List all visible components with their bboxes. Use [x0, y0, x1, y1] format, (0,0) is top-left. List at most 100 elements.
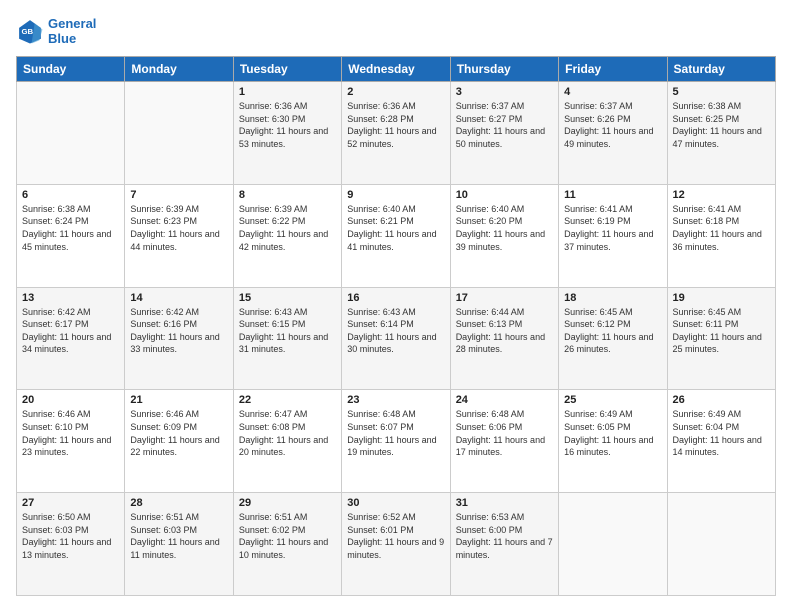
- calendar-cell: 9Sunrise: 6:40 AM Sunset: 6:21 PM Daylig…: [342, 184, 450, 287]
- calendar-cell: 2 Sunrise: 6:36 AM Sunset: 6:28 PM Daylig…: [342, 82, 450, 185]
- cell-info: Sunrise: 6:46 AM Sunset: 6:10 PM Dayligh…: [22, 408, 119, 458]
- cell-info: Sunrise: 6:39 AM Sunset: 6:23 PM Dayligh…: [130, 203, 227, 253]
- day-number: 12: [673, 189, 770, 201]
- cell-info: Sunrise: 6:41 AM Sunset: 6:18 PM Dayligh…: [673, 203, 770, 253]
- calendar-cell: 21 Sunrise: 6:46 AM Sunset: 6:09 PM Dayli…: [125, 390, 233, 493]
- header: GB General Blue: [16, 16, 776, 46]
- cell-info: Sunrise: 6:40 AM Sunset: 6:21 PM Dayligh…: [347, 203, 444, 253]
- calendar-cell: 28 Sunrise: 6:51 AM Sunset: 6:03 PM Dayli…: [125, 493, 233, 596]
- day-number: 20: [22, 394, 119, 406]
- cell-info: Sunrise: 6:49 AM Sunset: 6:04 PM Dayligh…: [673, 408, 770, 458]
- logo: GB General Blue: [16, 16, 96, 46]
- logo-text: General Blue: [48, 16, 96, 46]
- day-number: 21: [130, 394, 227, 406]
- day-number: 25: [564, 394, 661, 406]
- day-number: 10: [456, 189, 553, 201]
- cell-info: Sunrise: 6:42 AM Sunset: 6:17 PM Dayligh…: [22, 306, 119, 356]
- day-number: 1: [239, 86, 336, 98]
- cell-info: Sunrise: 6:42 AM Sunset: 6:16 PM Dayligh…: [130, 306, 227, 356]
- calendar-cell: 17Sunrise: 6:44 AM Sunset: 6:13 PM Dayli…: [450, 287, 558, 390]
- calendar-cell: [559, 493, 667, 596]
- col-header-sunday: Sunday: [17, 57, 125, 82]
- calendar-cell: 1 Sunrise: 6:36 AM Sunset: 6:30 PM Daylig…: [233, 82, 341, 185]
- col-header-monday: Monday: [125, 57, 233, 82]
- week-row-4: 20 Sunrise: 6:46 AM Sunset: 6:10 PM Dayli…: [17, 390, 776, 493]
- calendar-cell: 6Sunrise: 6:38 AM Sunset: 6:24 PM Daylig…: [17, 184, 125, 287]
- day-number: 5: [673, 86, 770, 98]
- cell-info: Sunrise: 6:36 AM Sunset: 6:28 PM Dayligh…: [347, 100, 444, 150]
- calendar-cell: 5Sunrise: 6:38 AM Sunset: 6:25 PM Daylig…: [667, 82, 775, 185]
- col-header-friday: Friday: [559, 57, 667, 82]
- calendar-cell: 16Sunrise: 6:43 AM Sunset: 6:14 PM Dayli…: [342, 287, 450, 390]
- cell-info: Sunrise: 6:51 AM Sunset: 6:03 PM Dayligh…: [130, 511, 227, 561]
- day-number: 18: [564, 292, 661, 304]
- logo-icon: GB: [16, 17, 44, 45]
- calendar-cell: 15Sunrise: 6:43 AM Sunset: 6:15 PM Dayli…: [233, 287, 341, 390]
- day-number: 13: [22, 292, 119, 304]
- day-number: 14: [130, 292, 227, 304]
- calendar-cell: [125, 82, 233, 185]
- calendar-cell: 25 Sunrise: 6:49 AM Sunset: 6:05 PM Dayli…: [559, 390, 667, 493]
- week-row-1: 1 Sunrise: 6:36 AM Sunset: 6:30 PM Daylig…: [17, 82, 776, 185]
- cell-info: Sunrise: 6:53 AM Sunset: 6:00 PM Dayligh…: [456, 511, 553, 561]
- calendar-cell: 8Sunrise: 6:39 AM Sunset: 6:22 PM Daylig…: [233, 184, 341, 287]
- calendar-cell: 18 Sunrise: 6:45 AM Sunset: 6:12 PM Dayli…: [559, 287, 667, 390]
- calendar-cell: 24 Sunrise: 6:48 AM Sunset: 6:06 PM Dayli…: [450, 390, 558, 493]
- calendar-cell: 14 Sunrise: 6:42 AM Sunset: 6:16 PM Dayli…: [125, 287, 233, 390]
- cell-info: Sunrise: 6:39 AM Sunset: 6:22 PM Dayligh…: [239, 203, 336, 253]
- calendar: SundayMondayTuesdayWednesdayThursdayFrid…: [16, 56, 776, 596]
- week-row-5: 27 Sunrise: 6:50 AM Sunset: 6:03 PM Dayli…: [17, 493, 776, 596]
- week-row-2: 6Sunrise: 6:38 AM Sunset: 6:24 PM Daylig…: [17, 184, 776, 287]
- calendar-cell: 12 Sunrise: 6:41 AM Sunset: 6:18 PM Dayli…: [667, 184, 775, 287]
- calendar-cell: 23 Sunrise: 6:48 AM Sunset: 6:07 PM Dayli…: [342, 390, 450, 493]
- page: GB General Blue SundayMondayTuesdayWedne…: [0, 0, 792, 612]
- day-number: 2: [347, 86, 444, 98]
- cell-info: Sunrise: 6:50 AM Sunset: 6:03 PM Dayligh…: [22, 511, 119, 561]
- cell-info: Sunrise: 6:44 AM Sunset: 6:13 PM Dayligh…: [456, 306, 553, 356]
- calendar-cell: 29Sunrise: 6:51 AM Sunset: 6:02 PM Dayli…: [233, 493, 341, 596]
- calendar-cell: [667, 493, 775, 596]
- calendar-cell: 13 Sunrise: 6:42 AM Sunset: 6:17 PM Dayli…: [17, 287, 125, 390]
- calendar-cell: 3 Sunrise: 6:37 AM Sunset: 6:27 PM Daylig…: [450, 82, 558, 185]
- day-number: 29: [239, 497, 336, 509]
- day-number: 28: [130, 497, 227, 509]
- calendar-header-row: SundayMondayTuesdayWednesdayThursdayFrid…: [17, 57, 776, 82]
- cell-info: Sunrise: 6:52 AM Sunset: 6:01 PM Dayligh…: [347, 511, 444, 561]
- cell-info: Sunrise: 6:48 AM Sunset: 6:07 PM Dayligh…: [347, 408, 444, 458]
- cell-info: Sunrise: 6:37 AM Sunset: 6:27 PM Dayligh…: [456, 100, 553, 150]
- cell-info: Sunrise: 6:36 AM Sunset: 6:30 PM Dayligh…: [239, 100, 336, 150]
- calendar-cell: 7 Sunrise: 6:39 AM Sunset: 6:23 PM Daylig…: [125, 184, 233, 287]
- calendar-cell: 11 Sunrise: 6:41 AM Sunset: 6:19 PM Dayli…: [559, 184, 667, 287]
- cell-info: Sunrise: 6:40 AM Sunset: 6:20 PM Dayligh…: [456, 203, 553, 253]
- week-row-3: 13 Sunrise: 6:42 AM Sunset: 6:17 PM Dayli…: [17, 287, 776, 390]
- calendar-cell: 22Sunrise: 6:47 AM Sunset: 6:08 PM Dayli…: [233, 390, 341, 493]
- cell-info: Sunrise: 6:43 AM Sunset: 6:15 PM Dayligh…: [239, 306, 336, 356]
- cell-info: Sunrise: 6:46 AM Sunset: 6:09 PM Dayligh…: [130, 408, 227, 458]
- day-number: 24: [456, 394, 553, 406]
- day-number: 19: [673, 292, 770, 304]
- calendar-cell: 31Sunrise: 6:53 AM Sunset: 6:00 PM Dayli…: [450, 493, 558, 596]
- cell-info: Sunrise: 6:41 AM Sunset: 6:19 PM Dayligh…: [564, 203, 661, 253]
- day-number: 3: [456, 86, 553, 98]
- day-number: 26: [673, 394, 770, 406]
- col-header-tuesday: Tuesday: [233, 57, 341, 82]
- col-header-wednesday: Wednesday: [342, 57, 450, 82]
- col-header-saturday: Saturday: [667, 57, 775, 82]
- calendar-cell: 20 Sunrise: 6:46 AM Sunset: 6:10 PM Dayli…: [17, 390, 125, 493]
- day-number: 7: [130, 189, 227, 201]
- cell-info: Sunrise: 6:38 AM Sunset: 6:24 PM Dayligh…: [22, 203, 119, 253]
- calendar-cell: 27 Sunrise: 6:50 AM Sunset: 6:03 PM Dayli…: [17, 493, 125, 596]
- day-number: 11: [564, 189, 661, 201]
- cell-info: Sunrise: 6:48 AM Sunset: 6:06 PM Dayligh…: [456, 408, 553, 458]
- day-number: 27: [22, 497, 119, 509]
- cell-info: Sunrise: 6:45 AM Sunset: 6:11 PM Dayligh…: [673, 306, 770, 356]
- cell-info: Sunrise: 6:49 AM Sunset: 6:05 PM Dayligh…: [564, 408, 661, 458]
- day-number: 4: [564, 86, 661, 98]
- day-number: 23: [347, 394, 444, 406]
- cell-info: Sunrise: 6:45 AM Sunset: 6:12 PM Dayligh…: [564, 306, 661, 356]
- day-number: 30: [347, 497, 444, 509]
- calendar-cell: 10 Sunrise: 6:40 AM Sunset: 6:20 PM Dayli…: [450, 184, 558, 287]
- cell-info: Sunrise: 6:43 AM Sunset: 6:14 PM Dayligh…: [347, 306, 444, 356]
- calendar-cell: 19 Sunrise: 6:45 AM Sunset: 6:11 PM Dayli…: [667, 287, 775, 390]
- col-header-thursday: Thursday: [450, 57, 558, 82]
